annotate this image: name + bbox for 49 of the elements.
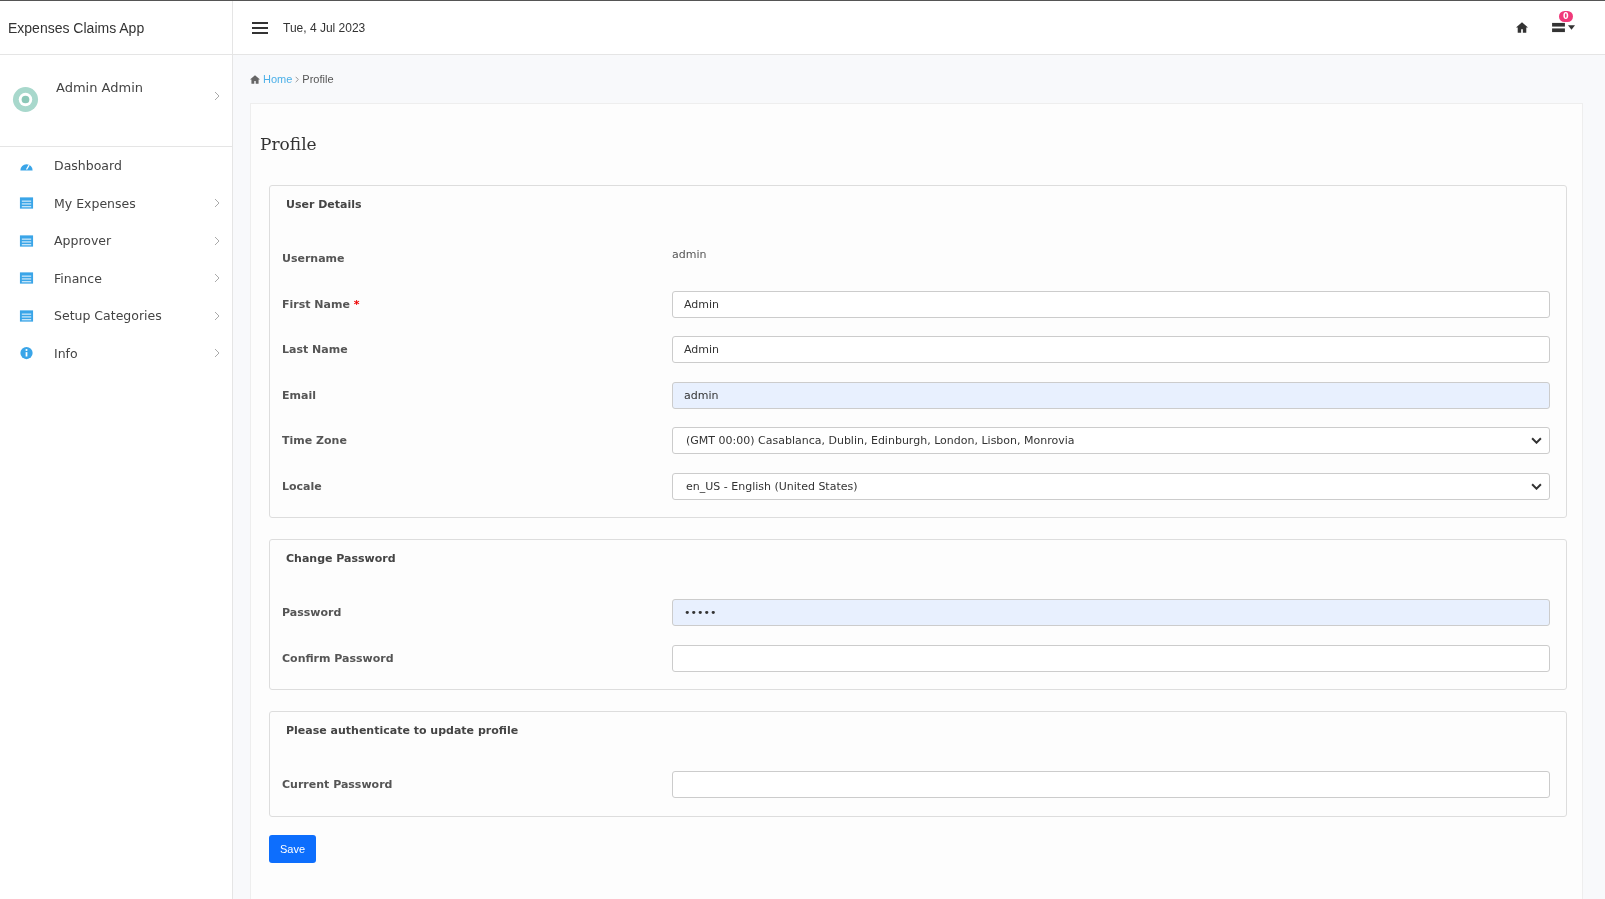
chevron-icon xyxy=(295,75,300,83)
breadcrumb-current: Profile xyxy=(302,73,334,85)
list-icon xyxy=(19,196,34,211)
field-label: Username xyxy=(282,252,346,266)
avatar-icon xyxy=(12,86,39,113)
field-label: Locale xyxy=(282,479,323,493)
list-icon xyxy=(19,308,34,323)
notification-badge: 0 xyxy=(1559,11,1573,22)
field-label: First Name * xyxy=(282,297,361,311)
home-icon xyxy=(250,74,260,84)
input-field[interactable] xyxy=(672,644,1550,672)
field-label: Confirm Password xyxy=(282,651,395,665)
input-field[interactable] xyxy=(672,771,1550,799)
select-field[interactable]: en_US - English (United States) xyxy=(672,472,1550,500)
list-icon xyxy=(19,271,34,286)
field-label: Email xyxy=(282,388,317,402)
section-title: User Details xyxy=(286,198,363,211)
menu-icon[interactable] xyxy=(252,21,268,34)
input-field[interactable]: Admin xyxy=(672,336,1550,364)
chevron-icon xyxy=(214,91,220,101)
input-field[interactable]: admin xyxy=(672,381,1550,409)
sidebar-item[interactable]: Dashboard xyxy=(0,147,232,185)
sidebar-item[interactable]: Approver xyxy=(0,222,232,260)
sidebar-item[interactable]: Info xyxy=(0,334,232,372)
app-title: Expenses Claims App xyxy=(0,1,232,55)
input-field[interactable]: Admin xyxy=(672,290,1550,318)
dropdown-caret-icon xyxy=(1531,437,1542,445)
sidebar-item[interactable]: Setup Categories xyxy=(0,297,232,335)
select-field[interactable]: (GMT 00:00) Casablanca, Dublin, Edinburgh, London, Lisbon, Monrovia xyxy=(672,427,1550,455)
server-icon[interactable] xyxy=(1552,22,1565,33)
page-title: Profile xyxy=(260,134,318,154)
field-label: Password xyxy=(282,606,343,620)
field-label: Last Name xyxy=(282,343,349,357)
field-label: Time Zone xyxy=(282,434,348,448)
caret-icon[interactable] xyxy=(1568,25,1575,30)
user-name[interactable]: Admin Admin xyxy=(56,80,214,95)
info-icon xyxy=(19,346,34,361)
date-text: Tue, 4 Jul 2023 xyxy=(283,20,366,35)
input-field[interactable]: ••••• xyxy=(672,599,1550,627)
field-label: Current Password xyxy=(282,778,394,792)
section-title: Change Password xyxy=(286,552,397,565)
sidebar-item[interactable]: My Expenses xyxy=(0,184,232,222)
sidebar-item[interactable]: Finance xyxy=(0,259,232,297)
username-value: admin xyxy=(672,248,707,262)
list-icon xyxy=(19,233,34,248)
dropdown-caret-icon xyxy=(1531,482,1542,490)
save-button[interactable]: Save xyxy=(269,834,317,863)
home-icon[interactable] xyxy=(1516,22,1528,33)
section-title: Please authenticate to update profile xyxy=(286,724,520,737)
